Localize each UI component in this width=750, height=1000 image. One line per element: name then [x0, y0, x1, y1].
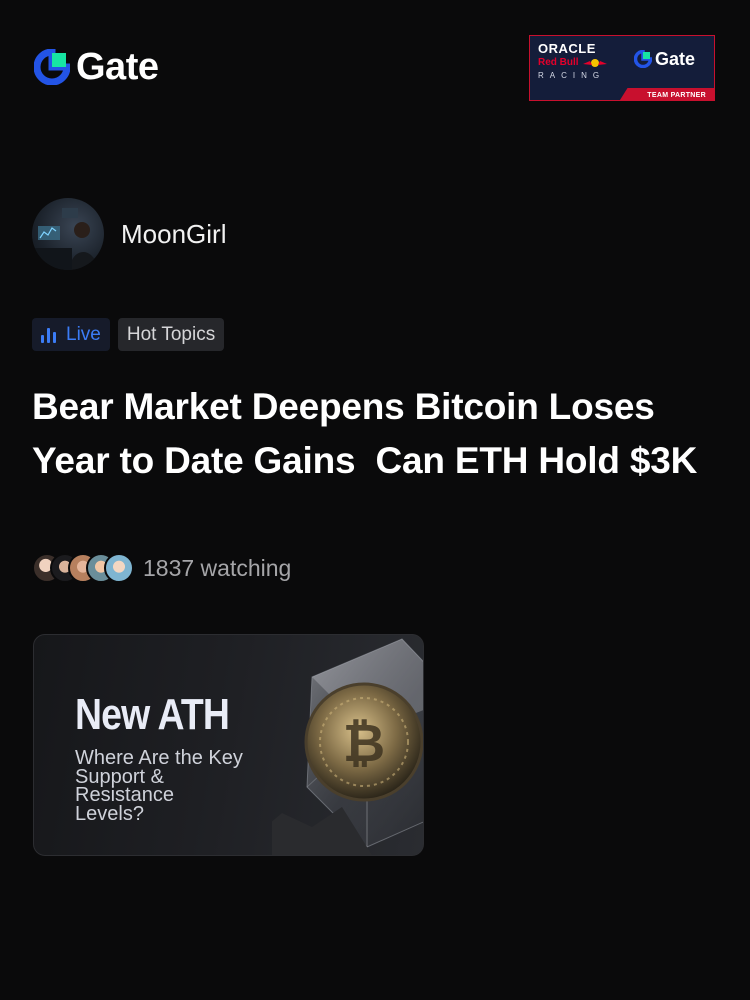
live-tag[interactable]: Live [32, 318, 110, 351]
gate-small-icon [634, 50, 652, 68]
viewer-avatar [104, 553, 134, 583]
live-label: Live [66, 323, 101, 345]
team-partner-text: TEAM PARTNER [647, 92, 706, 99]
bull-icon [582, 59, 607, 67]
partner-gate-text: Gate [655, 49, 696, 69]
gate-logo-icon [34, 49, 70, 85]
article-banner[interactable]: New ATH Where Are the Key Support & Resi… [33, 634, 424, 856]
oracle-text: ORACLE [538, 41, 596, 56]
brand-name: Gate [76, 46, 159, 88]
author-row[interactable]: MoonGirl [32, 198, 226, 270]
gate-logo[interactable]: Gate [34, 46, 159, 88]
hot-topics-label: Hot Topics [126, 323, 216, 345]
partner-badge[interactable]: ORACLE Red Bull RACING Gate TEAM PARTNER [529, 35, 715, 101]
racing-text: RACING [538, 71, 606, 80]
red-bull-text: Red Bull [538, 57, 579, 68]
banner-title: New ATH [75, 690, 230, 739]
banner-subtitle: Where Are the Key Support & Resistance L… [75, 747, 243, 825]
hot-topics-tag[interactable]: Hot Topics [117, 318, 225, 351]
bitcoin-cube-image: ₿ [272, 638, 423, 855]
author-name[interactable]: MoonGirl [121, 219, 226, 250]
watching-row: 1837 watching [32, 553, 291, 583]
avatar[interactable] [32, 198, 104, 270]
post-title[interactable]: Bear Market Deepens Bitcoin Loses Year t… [32, 380, 722, 488]
live-bars-icon [41, 327, 56, 343]
watching-count: 1837 watching [143, 554, 292, 581]
svg-text:₿: ₿ [343, 714, 385, 774]
tag-row: Live Hot Topics [32, 318, 225, 351]
viewer-avatars [32, 553, 134, 583]
